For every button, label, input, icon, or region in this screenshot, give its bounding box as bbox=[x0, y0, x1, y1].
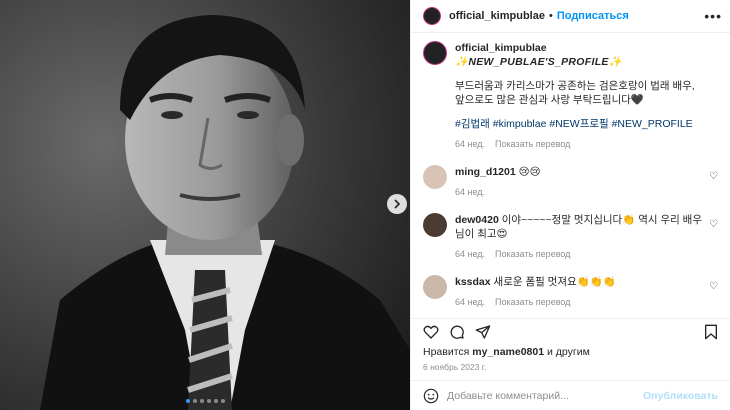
photo-pagination bbox=[0, 399, 410, 403]
photo-dot bbox=[220, 399, 225, 403]
post-modal: official_kimpublae • Подписаться ••• off… bbox=[0, 0, 730, 410]
caption-text-line2: 앞으로도 많은 관심과 사랑 부탁드립니다🖤 bbox=[455, 94, 644, 106]
photo-dot bbox=[185, 399, 190, 403]
comment-age: 64 нед. bbox=[455, 297, 486, 307]
share-icon[interactable] bbox=[475, 324, 491, 340]
comment-username[interactable]: ming_d1201 bbox=[455, 166, 516, 178]
photo-dot bbox=[206, 399, 211, 403]
post-date: 6 ноябрь 2023 г. bbox=[423, 362, 487, 372]
comment-icon[interactable] bbox=[449, 324, 465, 340]
caption-hashtags[interactable]: #김법래 #kimpublae #NEW프로필 #NEW_PROFILE bbox=[455, 117, 718, 131]
comment-input[interactable] bbox=[447, 389, 636, 402]
comment-username[interactable]: kssdax bbox=[455, 276, 491, 288]
comment-item: ming_d1201 😢😢 64 нед. ♡ bbox=[423, 165, 718, 199]
likes-prefix: Нравится bbox=[423, 346, 470, 358]
avatar[interactable] bbox=[423, 41, 447, 65]
heart-icon[interactable] bbox=[423, 324, 439, 340]
post-comment-button[interactable]: Опубликовать bbox=[643, 390, 718, 402]
post-photo[interactable] bbox=[0, 0, 410, 410]
translate-link[interactable]: Показать перевод bbox=[495, 247, 570, 261]
avatar[interactable] bbox=[423, 7, 441, 25]
likes-suffix[interactable]: и другим bbox=[547, 346, 590, 358]
emoji-icon[interactable] bbox=[423, 388, 439, 404]
action-bar bbox=[411, 318, 730, 342]
comment-composer: Опубликовать bbox=[411, 380, 730, 410]
comment-age: 64 нед. bbox=[455, 187, 486, 197]
comments-scroll[interactable]: official_kimpublae ✨NEW_PUBLAE'S_PROFILE… bbox=[411, 33, 730, 313]
likes-user[interactable]: my_name0801 bbox=[472, 346, 544, 358]
translate-link[interactable]: Показать перевод bbox=[495, 137, 570, 151]
photo-dot bbox=[199, 399, 204, 403]
more-options-icon[interactable]: ••• bbox=[704, 8, 722, 24]
avatar[interactable] bbox=[423, 275, 447, 299]
comment-list: ming_d1201 😢😢 64 нед. ♡ dew0420 이야~~~~~정말 멋… bbox=[423, 165, 718, 313]
next-photo-button[interactable] bbox=[387, 194, 407, 214]
translate-link[interactable]: Показать перевод bbox=[495, 295, 570, 309]
header-username[interactable]: official_kimpublae bbox=[449, 10, 545, 22]
portrait-image bbox=[0, 0, 410, 410]
comment-age: 64 нед. bbox=[455, 249, 486, 259]
post-side-panel: official_kimpublae • Подписаться ••• off… bbox=[410, 0, 730, 410]
caption: official_kimpublae ✨NEW_PUBLAE'S_PROFILE… bbox=[423, 41, 718, 151]
follow-button[interactable]: Подписаться bbox=[557, 10, 629, 22]
caption-age: 64 нед. bbox=[455, 139, 486, 149]
header-separator: • bbox=[548, 10, 553, 22]
like-comment-icon[interactable]: ♡ bbox=[709, 281, 718, 292]
photo-dot bbox=[213, 399, 218, 403]
caption-text-line1: 부드러움과 카리스마가 공존하는 검은호랑이 법래 배우, bbox=[455, 80, 695, 92]
like-comment-icon[interactable]: ♡ bbox=[709, 219, 718, 230]
comment-username[interactable]: dew0420 bbox=[455, 214, 499, 226]
like-comment-icon[interactable]: ♡ bbox=[709, 171, 718, 182]
post-header: official_kimpublae • Подписаться ••• bbox=[411, 0, 730, 33]
comment-item: dew0420 이야~~~~~정말 멋지십니다👏 역시 우리 배우님이 최고😍 6… bbox=[423, 213, 718, 261]
likes-summary: Нравится my_name0801 и другим bbox=[423, 346, 590, 358]
caption-username[interactable]: official_kimpublae bbox=[455, 41, 718, 55]
avatar[interactable] bbox=[423, 213, 447, 237]
caption-title: ✨NEW_PUBLAE'S_PROFILE✨ bbox=[455, 56, 623, 68]
avatar[interactable] bbox=[423, 165, 447, 189]
comment-item: kssdax 새로운 폼필 멋져요👏👏👏 64 нед. Показать пере… bbox=[423, 275, 718, 309]
comment-text: 새로운 폼필 멋져요👏👏👏 bbox=[493, 276, 616, 288]
chevron-right-icon bbox=[394, 199, 401, 209]
comment-text: 😢😢 bbox=[518, 166, 541, 178]
photo-dot bbox=[192, 399, 197, 403]
bookmark-icon[interactable] bbox=[704, 324, 718, 340]
